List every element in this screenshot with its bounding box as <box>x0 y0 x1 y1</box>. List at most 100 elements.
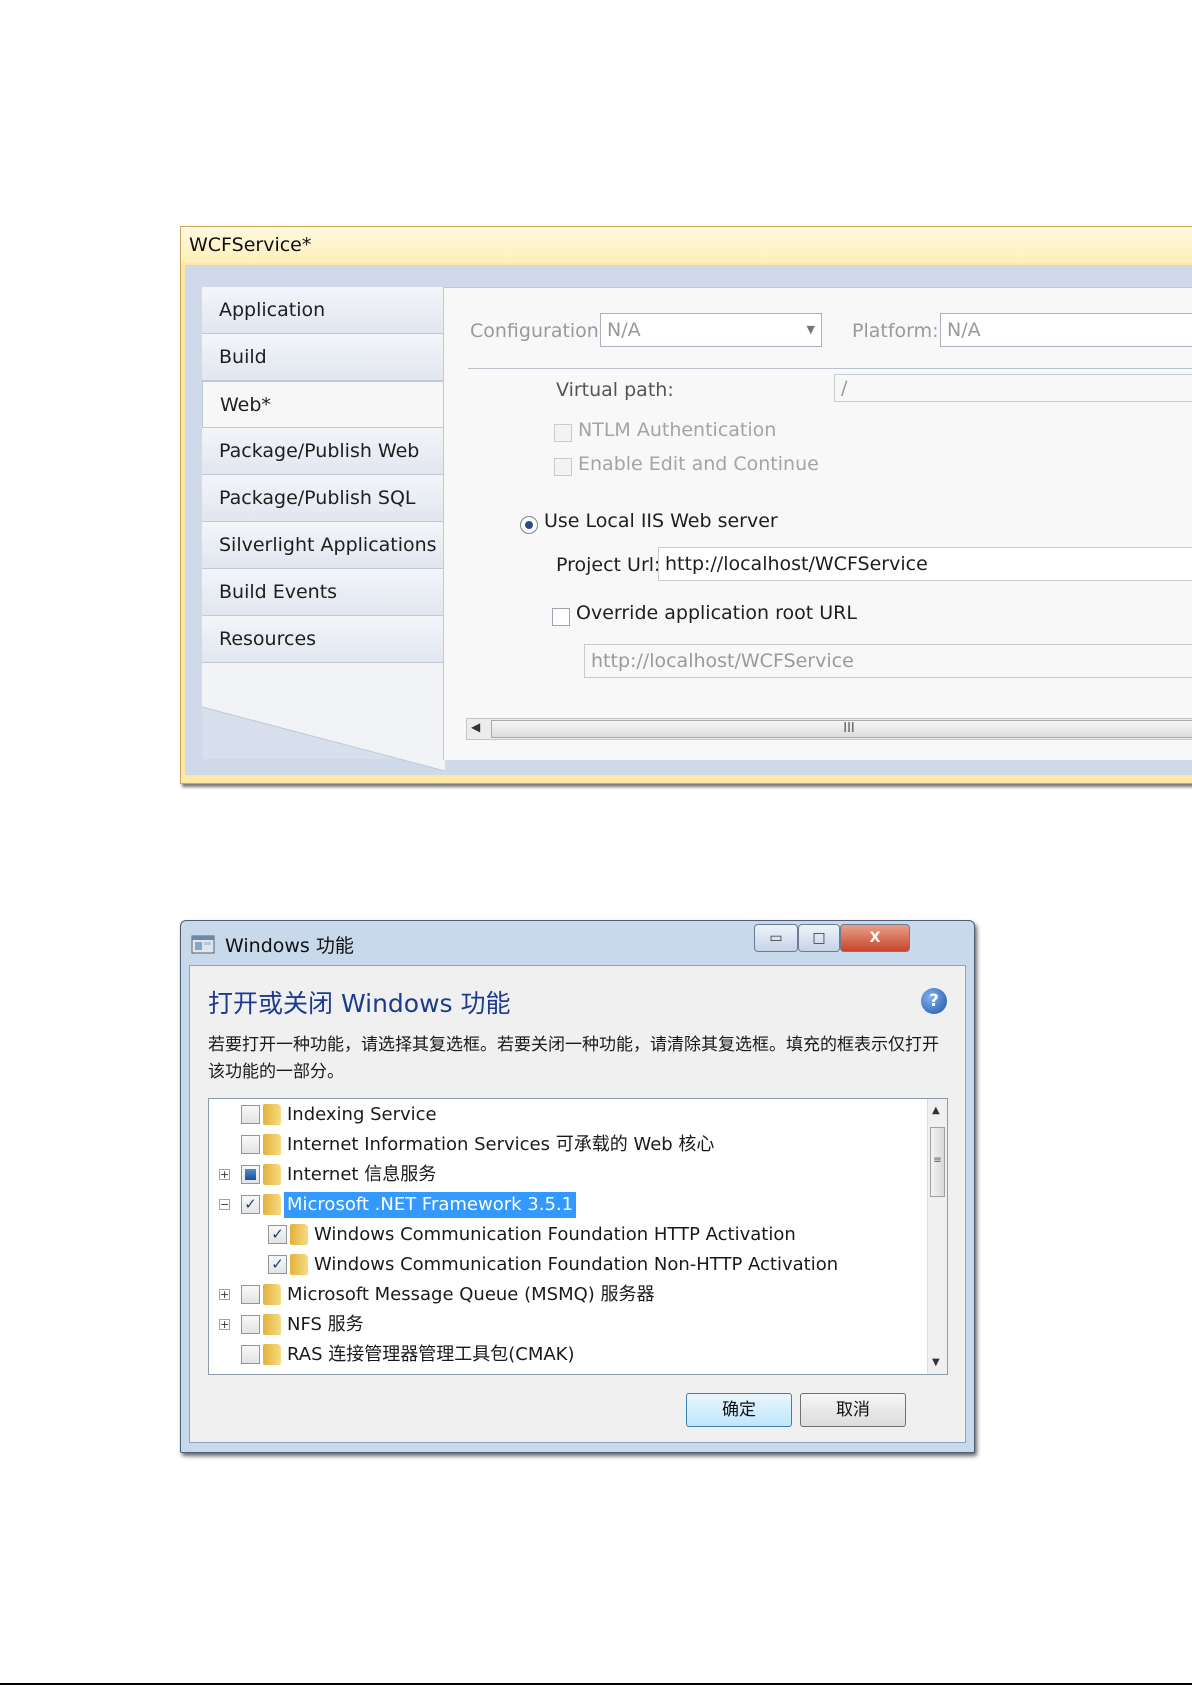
properties-body: Application Build Web* Package/Publish W… <box>185 265 1192 775</box>
dialog-title: Windows 功能 <box>225 935 354 957</box>
tab-panel-slope <box>202 701 445 771</box>
configuration-select[interactable]: N/A ▼ <box>600 313 822 347</box>
edit-continue-checkbox <box>554 458 572 476</box>
feature-row[interactable]: ✓ Windows Communication Foundation HTTP A… <box>209 1220 929 1250</box>
divider <box>468 368 1192 369</box>
tab-package-publish-web[interactable]: Package/Publish Web <box>202 428 445 475</box>
feature-label[interactable]: NFS 服务 <box>284 1312 367 1338</box>
tab-silverlight-applications[interactable]: Silverlight Applications <box>202 522 445 569</box>
scroll-down-icon[interactable]: ▼ <box>932 1357 940 1368</box>
ntlm-label: NTLM Authentication <box>578 419 777 441</box>
platform-label: Platform: <box>852 320 939 342</box>
dialog-client-area: 打开或关闭 Windows 功能 ? 若要打开一种功能，请选择其复选框。若要关闭… <box>189 965 966 1443</box>
use-local-iis-label: Use Local IIS Web server <box>544 510 778 532</box>
project-url-input[interactable]: http://localhost/WCFService <box>658 547 1192 581</box>
feature-checkbox[interactable] <box>241 1315 260 1334</box>
feature-row[interactable]: + Internet 信息服务 <box>209 1160 929 1190</box>
scroll-thumb[interactable]: III <box>491 720 1192 738</box>
feature-row[interactable]: RAS 连接管理器管理工具包(CMAK) <box>209 1340 929 1370</box>
feature-label[interactable]: Indexing Service <box>284 1102 440 1128</box>
project-url-label: Project Url: <box>556 554 661 576</box>
feature-checkbox[interactable]: ✓ <box>241 1195 260 1214</box>
folder-icon <box>290 1224 308 1245</box>
virtual-path-field: / <box>834 374 1192 402</box>
windows-features-dialog: Windows 功能 ▭ □ X 打开或关闭 Windows 功能 ? 若要打开… <box>180 920 975 1453</box>
web-settings-page: Configuration: N/A ▼ Platform: N/A Virtu… <box>443 287 1192 760</box>
features-tree[interactable]: Indexing Service Internet Information Ser… <box>208 1098 948 1375</box>
feature-checkbox[interactable]: ✓ <box>268 1225 287 1244</box>
dialog-description: 若要打开一种功能，请选择其复选框。若要关闭一种功能，请清除其复选框。填充的框表示… <box>208 1035 939 1082</box>
property-tabs: Application Build Web* Package/Publish W… <box>202 287 450 759</box>
tab-web[interactable]: Web* <box>202 381 450 428</box>
maximize-icon: □ <box>812 930 826 946</box>
feature-row[interactable]: Internet Information Services 可承载的 Web 核… <box>209 1130 929 1160</box>
cancel-button[interactable]: 取消 <box>800 1393 906 1427</box>
feature-row[interactable]: + Microsoft Message Queue (MSMQ) 服务器 <box>209 1280 929 1310</box>
chevron-down-icon: ▼ <box>806 323 815 336</box>
tab-build[interactable]: Build <box>202 334 445 381</box>
folder-icon <box>263 1344 281 1365</box>
close-icon: X <box>869 930 881 946</box>
feature-row[interactable]: ✓ Windows Communication Foundation Non-HT… <box>209 1250 929 1280</box>
expand-icon[interactable]: + <box>219 1169 230 1180</box>
folder-icon <box>263 1284 281 1305</box>
project-properties-window: WCFService* Application Build Web* Packa… <box>180 226 1192 784</box>
ntlm-checkbox <box>554 424 572 442</box>
tab-resources[interactable]: Resources <box>202 616 445 663</box>
folder-icon <box>263 1164 281 1185</box>
override-root-url-field: http://localhost/WCFService <box>584 644 1192 678</box>
scroll-grip: ≡ <box>933 1155 942 1166</box>
feature-label[interactable]: Windows Communication Foundation Non-HTT… <box>311 1252 841 1278</box>
tab-package-publish-sql[interactable]: Package/Publish SQL <box>202 475 445 522</box>
close-button[interactable]: X <box>840 924 910 952</box>
feature-checkbox[interactable] <box>241 1345 260 1364</box>
project-url-value: http://localhost/WCFService <box>665 553 928 575</box>
windows-features-icon <box>191 935 215 954</box>
folder-icon <box>263 1104 281 1125</box>
override-root-url-value: http://localhost/WCFService <box>591 650 854 672</box>
feature-checkbox[interactable] <box>241 1105 260 1124</box>
override-root-url-label: Override application root URL <box>576 602 857 624</box>
tab-build-events[interactable]: Build Events <box>202 569 445 616</box>
feature-label[interactable]: Microsoft .NET Framework 3.5.1 <box>284 1192 577 1218</box>
vertical-scrollbar[interactable]: ▲ ≡ ▼ <box>927 1099 947 1374</box>
feature-checkbox[interactable] <box>241 1135 260 1154</box>
scroll-thumb[interactable]: ≡ <box>930 1127 945 1197</box>
tab-application[interactable]: Application <box>202 287 445 334</box>
folder-icon <box>263 1314 281 1335</box>
virtual-path-value: / <box>841 377 848 399</box>
feature-label[interactable]: Microsoft Message Queue (MSMQ) 服务器 <box>284 1282 658 1308</box>
configuration-label: Configuration: <box>470 320 606 342</box>
feature-label[interactable]: RAS 连接管理器管理工具包(CMAK) <box>284 1342 578 1368</box>
expand-icon[interactable]: + <box>219 1319 230 1330</box>
feature-label[interactable]: Internet Information Services 可承载的 Web 核… <box>284 1132 717 1158</box>
configuration-value: N/A <box>607 319 641 341</box>
collapse-icon[interactable]: − <box>219 1199 230 1210</box>
help-icon[interactable]: ? <box>921 988 947 1014</box>
feature-checkbox[interactable]: ✓ <box>268 1255 287 1274</box>
ok-button[interactable]: 确定 <box>686 1393 792 1427</box>
feature-checkbox[interactable] <box>241 1285 260 1304</box>
scroll-up-icon[interactable]: ▲ <box>932 1105 940 1116</box>
dialog-heading: 打开或关闭 Windows 功能 <box>208 989 511 1018</box>
override-root-url-checkbox[interactable] <box>552 608 570 626</box>
feature-row[interactable]: + NFS 服务 <box>209 1310 929 1340</box>
feature-checkbox[interactable] <box>241 1165 260 1184</box>
maximize-button[interactable]: □ <box>798 924 840 952</box>
help-glyph: ? <box>929 991 939 1011</box>
horizontal-scrollbar[interactable]: ◀ III <box>466 718 1192 740</box>
scroll-left-icon[interactable]: ◀ <box>471 720 480 734</box>
minimize-icon: ▭ <box>769 930 783 946</box>
feature-row[interactable]: − ✓ Microsoft .NET Framework 3.5.1 <box>209 1190 929 1220</box>
feature-label[interactable]: Internet 信息服务 <box>284 1162 439 1188</box>
platform-select[interactable]: N/A <box>940 313 1192 347</box>
feature-label[interactable]: Windows Communication Foundation HTTP Ac… <box>311 1222 799 1248</box>
expand-icon[interactable]: + <box>219 1289 230 1300</box>
folder-icon <box>290 1254 308 1275</box>
platform-value: N/A <box>947 319 981 341</box>
folder-icon <box>263 1194 281 1215</box>
document-tab-title[interactable]: WCFService* <box>181 227 1192 263</box>
use-local-iis-radio[interactable] <box>520 516 538 534</box>
feature-row[interactable]: Indexing Service <box>209 1100 929 1130</box>
minimize-button[interactable]: ▭ <box>754 924 798 952</box>
